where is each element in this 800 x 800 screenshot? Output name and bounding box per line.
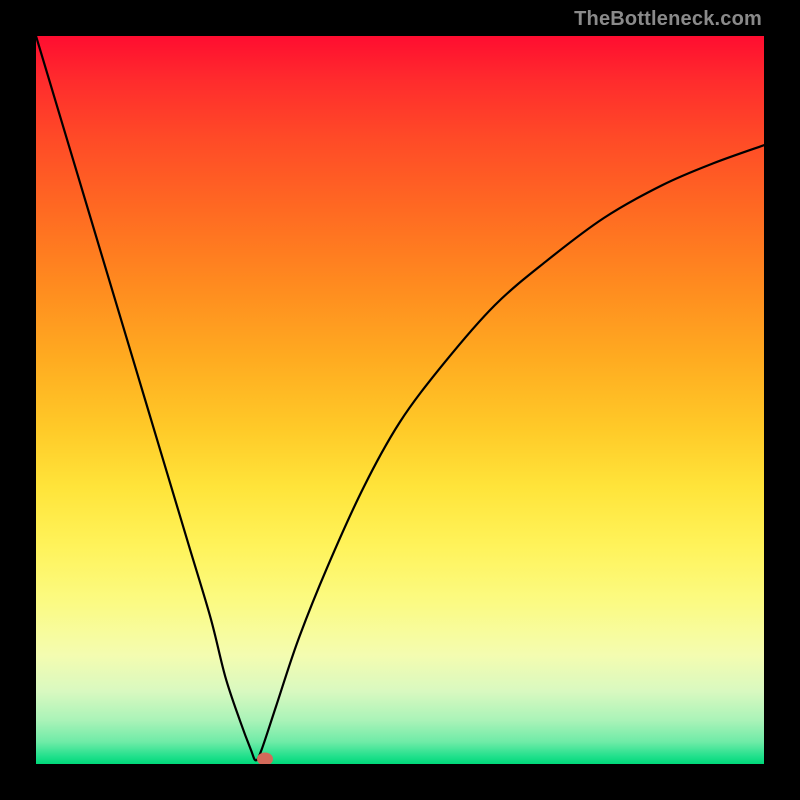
bottleneck-curve: [36, 36, 764, 764]
watermark-text: TheBottleneck.com: [574, 8, 762, 31]
highlight-dot: [257, 752, 273, 764]
curve-path: [36, 36, 764, 760]
chart-frame: TheBottleneck.com: [0, 0, 800, 800]
plot-area: [36, 36, 764, 764]
